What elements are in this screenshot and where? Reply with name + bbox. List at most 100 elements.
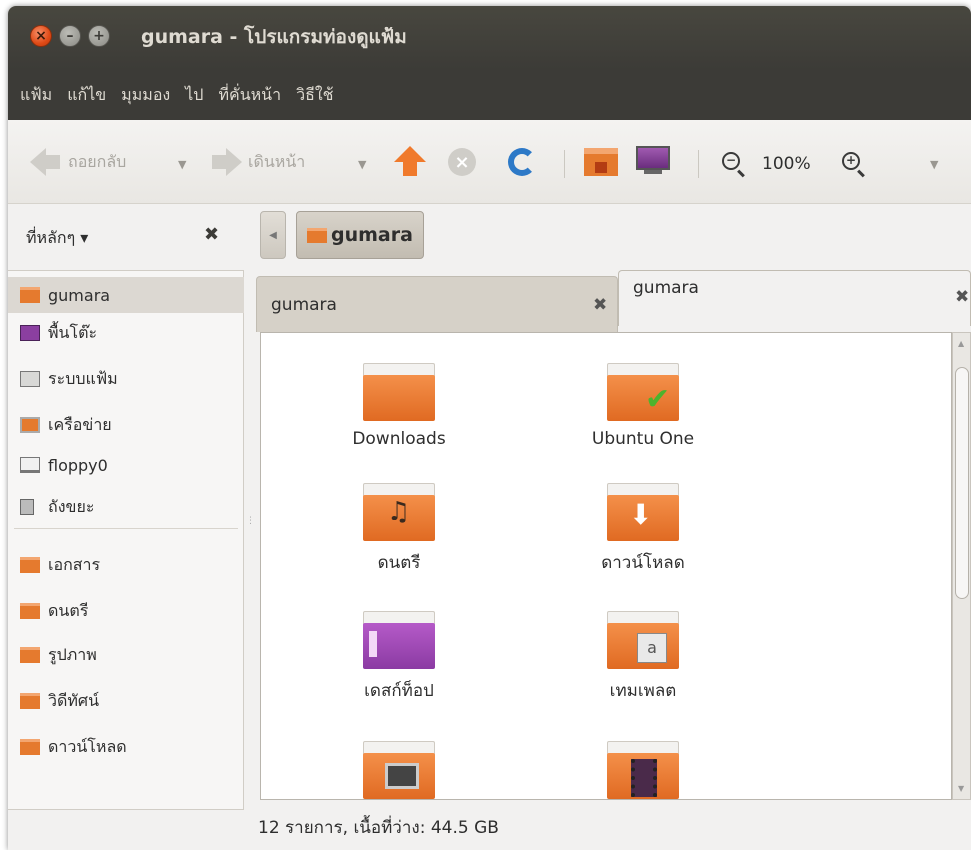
- videos-folder-icon: [20, 693, 40, 709]
- scrollbar-thumb[interactable]: [955, 367, 969, 599]
- sidebar-item-trash[interactable]: ถังขยะ: [8, 489, 244, 525]
- home-folder-icon: [584, 148, 618, 176]
- tab-gumara-2[interactable]: gumara ✖: [618, 270, 971, 326]
- reload-button[interactable]: [508, 148, 536, 176]
- menu-bookmarks[interactable]: ที่คั่นหน้า: [218, 83, 281, 108]
- up-button[interactable]: [394, 146, 426, 176]
- forward-arrow-icon: [212, 148, 242, 176]
- sidebar-item-music[interactable]: ดนตรี: [8, 593, 244, 629]
- zoom-in-button[interactable]: +: [842, 152, 860, 170]
- pictures-folder-icon: [363, 741, 435, 799]
- menu-go[interactable]: ไป: [185, 83, 203, 108]
- close-tab-icon[interactable]: ✖: [955, 287, 969, 307]
- up-arrow-icon: [394, 146, 426, 176]
- menu-view[interactable]: มุมมอง: [121, 83, 170, 108]
- stop-button[interactable]: ×: [448, 148, 476, 176]
- trash-icon: [20, 499, 34, 515]
- sidebar-item-label: gumara: [48, 285, 111, 305]
- places-header: ที่หลักๆ ▾ ✖: [8, 204, 248, 268]
- minimize-icon: –: [66, 28, 74, 44]
- sidebar-item-label: วิดีทัศน์: [48, 690, 100, 710]
- sidebar-item-desktop[interactable]: พื้นโต๊ะ: [8, 315, 244, 351]
- sidebar-item-videos[interactable]: วิดีทัศน์: [8, 683, 244, 719]
- zoom-in-icon: +: [842, 152, 860, 170]
- download-arrow-icon: ⬇: [629, 498, 653, 531]
- toolbar-overflow-dropdown[interactable]: ▼: [930, 158, 938, 171]
- desktop-folder-icon: [363, 611, 435, 669]
- videos-folder-icon: [607, 741, 679, 799]
- folder-icon: [363, 363, 435, 421]
- template-icon: a: [637, 633, 667, 663]
- close-sidebar-icon[interactable]: ✖: [204, 224, 219, 245]
- file-label: Ubuntu One: [591, 429, 695, 449]
- sidebar-item-pictures[interactable]: รูปภาพ: [8, 637, 244, 673]
- file-item-desktop[interactable]: เดสก์ท็อป: [299, 611, 499, 704]
- vertical-scrollbar[interactable]: ▲ ▼: [952, 332, 971, 800]
- menu-edit[interactable]: แก้ไข: [67, 83, 106, 108]
- sidebar-item-downloads[interactable]: ดาวน์โหลด: [8, 729, 244, 765]
- toolbar-separator: [698, 150, 699, 178]
- title-bar[interactable]: × – + gumara - โปรแกรมท่องดูแฟ้ม: [8, 6, 971, 70]
- forward-button[interactable]: เดินหน้า: [212, 148, 305, 176]
- file-label: เดสก์ท็อป: [364, 681, 434, 701]
- music-folder-icon: [20, 603, 40, 619]
- reload-icon: [508, 148, 536, 176]
- file-label: เทมเพลต: [609, 681, 677, 701]
- zoom-out-button[interactable]: −: [722, 152, 740, 170]
- menu-help[interactable]: วิธีใช้: [296, 83, 333, 108]
- home-button[interactable]: [584, 148, 618, 176]
- floppy-icon: [20, 457, 40, 473]
- tab-gumara-1[interactable]: gumara ✖: [256, 276, 618, 332]
- downloads-folder-icon: [20, 739, 40, 755]
- file-item-pictures[interactable]: [299, 741, 499, 799]
- tab-label: gumara: [271, 294, 337, 315]
- tab-label: gumara: [633, 277, 699, 298]
- music-folder-icon: ♫: [363, 483, 435, 541]
- documents-folder-icon: [20, 557, 40, 573]
- menu-bar: แฟ้ม แก้ไข มุมมอง ไป ที่คั่นหน้า วิธีใช้: [8, 70, 971, 120]
- toolbar-separator: [564, 150, 565, 178]
- file-item-downloads[interactable]: Downloads: [299, 363, 499, 449]
- places-selector[interactable]: ที่หลักๆ ▾: [26, 226, 88, 251]
- file-view: Downloads ✔ Ubuntu One ♫ ดนตรี ⬇ ดาวน์โห…: [260, 332, 952, 800]
- ubuntu-one-folder-icon: ✔: [607, 363, 679, 421]
- file-label: ดาวน์โหลด: [601, 553, 685, 573]
- breadcrumb-label: gumara: [331, 224, 413, 246]
- file-manager-window: × – + gumara - โปรแกรมท่องดูแฟ้ม แฟ้ม แก…: [8, 6, 971, 850]
- back-button[interactable]: ถอยกลับ: [30, 148, 126, 176]
- file-item-downloads-th[interactable]: ⬇ ดาวน์โหลด: [543, 483, 743, 576]
- file-item-templates[interactable]: a เทมเพลต: [543, 611, 743, 704]
- sidebar-item-documents[interactable]: เอกสาร: [8, 547, 244, 583]
- breadcrumb-gumara[interactable]: gumara: [296, 211, 424, 259]
- sidebar-item-home[interactable]: gumara: [8, 277, 244, 313]
- sidebar-item-filesystem[interactable]: ระบบแฟ้ม: [8, 361, 244, 397]
- sidebar-item-network[interactable]: เครือข่าย: [8, 407, 244, 443]
- file-item-ubuntu-one[interactable]: ✔ Ubuntu One: [543, 363, 743, 449]
- scroll-down-icon[interactable]: ▼: [958, 784, 964, 793]
- back-history-dropdown[interactable]: ▼: [178, 158, 186, 171]
- forward-label: เดินหน้า: [248, 151, 306, 171]
- downloads-folder-icon: ⬇: [607, 483, 679, 541]
- sidebar-item-label: ถังขยะ: [48, 496, 95, 516]
- home-folder-icon: [307, 227, 327, 243]
- scroll-up-icon[interactable]: ▲: [958, 339, 964, 348]
- close-tab-icon[interactable]: ✖: [593, 295, 607, 315]
- file-item-videos[interactable]: [543, 741, 743, 799]
- minimize-window-button[interactable]: –: [59, 25, 81, 47]
- location-back-button[interactable]: ◀: [260, 211, 286, 259]
- stop-icon: ×: [448, 148, 476, 176]
- check-icon: ✔: [645, 382, 671, 417]
- computer-button[interactable]: [636, 146, 670, 174]
- menu-file[interactable]: แฟ้ม: [20, 83, 52, 108]
- close-window-button[interactable]: ×: [30, 25, 52, 47]
- file-item-music[interactable]: ♫ ดนตรี: [299, 483, 499, 576]
- pane-splitter-handle[interactable]: ⋮: [246, 516, 255, 526]
- filesystem-icon: [20, 371, 40, 387]
- sidebar-item-floppy[interactable]: floppy0: [8, 447, 244, 483]
- pictures-folder-icon: [20, 647, 40, 663]
- forward-history-dropdown[interactable]: ▼: [358, 158, 366, 171]
- location-bar: ◀ gumara: [260, 208, 424, 262]
- zoom-out-icon: −: [722, 152, 740, 170]
- status-bar-text: 12 รายการ, เนื้อที่ว่าง: 44.5 GB: [258, 818, 499, 838]
- maximize-window-button[interactable]: +: [88, 25, 110, 47]
